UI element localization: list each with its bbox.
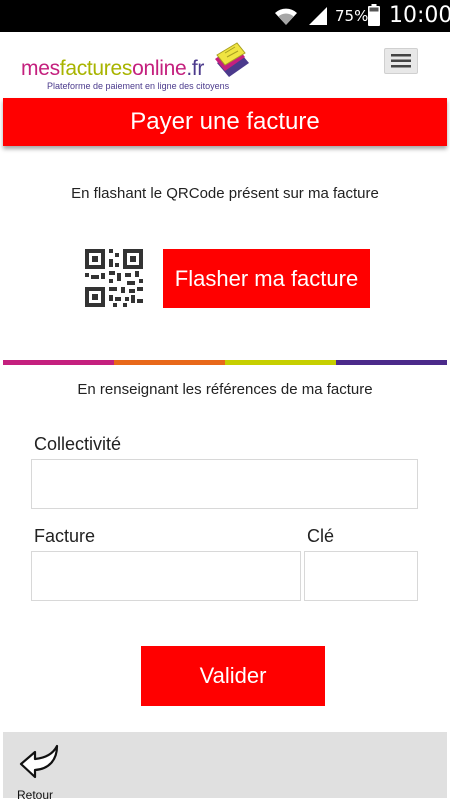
signal-icon <box>309 7 327 25</box>
brand-divider <box>3 360 447 365</box>
page-title: Payer une facture <box>130 108 320 135</box>
cle-label: Clé <box>307 526 335 546</box>
invoice-stack-icon <box>215 42 249 77</box>
back-button[interactable]: Retour <box>13 738 65 800</box>
app-header: mesfacturesonline.fr Plateforme de paiem… <box>3 33 447 97</box>
flash-invoice-button[interactable]: Flasher ma facture <box>163 249 370 308</box>
facture-input[interactable] <box>31 551 301 601</box>
divider-segment <box>3 360 114 365</box>
logo-wordmark: mesfacturesonline.fr <box>21 57 205 80</box>
back-arrow-icon <box>19 744 59 779</box>
battery-percentage: 75% <box>335 7 369 25</box>
logo-tagline: Plateforme de paiement en ligne des cito… <box>47 81 230 91</box>
app-screen: 75% 10:00 mesfacturesonline.fr Plateform… <box>0 0 450 800</box>
divider-segment <box>225 360 336 365</box>
submit-button[interactable]: Valider <box>141 646 325 706</box>
status-clock: 10:00 <box>389 3 450 28</box>
collectivite-input[interactable] <box>31 459 418 509</box>
facture-label: Facture <box>34 526 96 546</box>
qr-instruction: En flashant le QRCode présent sur ma fac… <box>71 185 379 202</box>
hamburger-menu-icon <box>391 54 411 68</box>
divider-segment <box>336 360 447 365</box>
brand-logo[interactable]: mesfacturesonline.fr Plateforme de paiem… <box>21 41 251 97</box>
status-bar: 75% 10:00 <box>0 0 450 32</box>
bottom-nav-bar: Retour <box>3 732 447 800</box>
wifi-icon <box>275 8 297 25</box>
back-label: Retour <box>17 788 54 800</box>
form-instruction: En renseignant les références de ma fact… <box>77 381 373 398</box>
hamburger-menu-button[interactable] <box>384 48 418 74</box>
cle-input[interactable] <box>304 551 418 601</box>
battery-icon <box>368 4 380 26</box>
collectivite-label: Collectivité <box>34 434 122 454</box>
page-title-bar: Payer une facture <box>3 98 447 146</box>
qr-code-icon <box>83 247 145 309</box>
divider-segment <box>114 360 225 365</box>
